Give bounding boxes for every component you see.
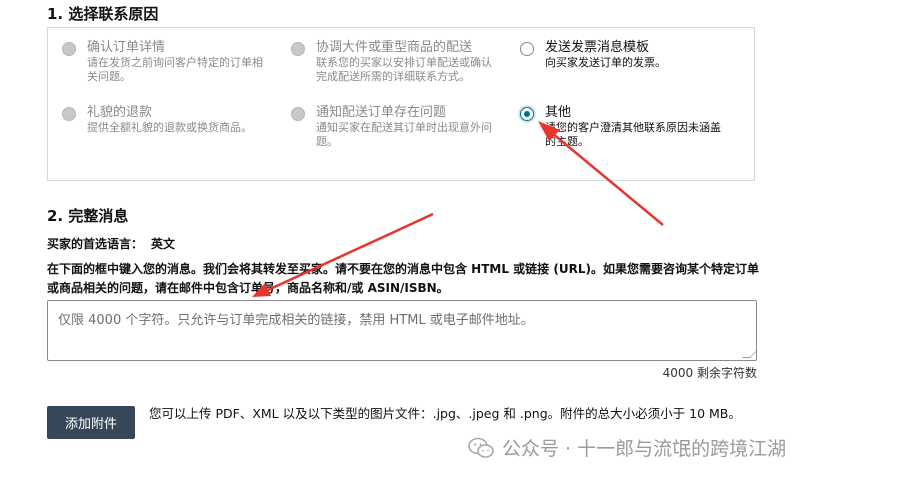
section1-title: 1. 选择联系原因 bbox=[47, 5, 159, 23]
option-desc: 向买家发送订单的发票。 bbox=[545, 56, 666, 69]
contact-reason-group: 确认订单详情 请在发货之前询问客户特定的订单相关问题。 协调大件或重型商品的配送… bbox=[47, 27, 755, 181]
radio-delivery-issue bbox=[291, 107, 305, 121]
radio-send-invoice[interactable] bbox=[520, 42, 534, 56]
option-label: 通知配送订单存在问题 bbox=[316, 105, 447, 120]
option-label: 协调大件或重型商品的配送 bbox=[316, 40, 473, 55]
option-label: 发送发票消息模板 bbox=[545, 40, 650, 55]
radio-coordinate-delivery bbox=[291, 42, 305, 56]
section2-title: 2. 完整消息 bbox=[47, 207, 129, 225]
watermark: 公众号 · 十一郎与流氓的跨境江湖 bbox=[468, 434, 786, 461]
option-desc: 请在发货之前询问客户特定的订单相关问题。 bbox=[87, 56, 263, 83]
language-value: 英文 bbox=[151, 237, 176, 251]
wechat-icon bbox=[468, 437, 494, 458]
language-label: 买家的首选语言： bbox=[47, 237, 144, 251]
watermark-text: 公众号 · 十一郎与流氓的跨境江湖 bbox=[502, 438, 787, 460]
remaining-chars: 4000 剩余字符数 bbox=[662, 366, 757, 380]
option-label: 确认订单详情 bbox=[87, 40, 166, 55]
message-placeholder: 仅限 4000 个字符。只允许与订单完成相关的链接，禁用 HTML 或电子邮件地… bbox=[58, 313, 534, 328]
option-desc: 请您的客户澄清其他联系原因未涵盖的主题。 bbox=[545, 121, 721, 148]
resize-handle-icon[interactable] bbox=[742, 350, 758, 358]
radio-other[interactable] bbox=[520, 107, 534, 121]
radio-courtesy-refund bbox=[62, 107, 76, 121]
option-label: 其他 bbox=[545, 105, 572, 120]
radio-confirm-order bbox=[62, 42, 76, 56]
buyer-language: 买家的首选语言： 英文 bbox=[47, 235, 183, 252]
option-label: 礼貌的退款 bbox=[87, 105, 153, 120]
option-desc: 联系您的买家以安排订单配送或确认完成配送所需的详细联系方式。 bbox=[316, 56, 492, 83]
message-textarea[interactable]: 仅限 4000 个字符。只允许与订单完成相关的链接，禁用 HTML 或电子邮件地… bbox=[47, 300, 758, 361]
option-desc: 提供全额礼貌的退款或换货商品。 bbox=[87, 121, 252, 134]
option-desc: 通知买家在配送其订单时出现意外问题。 bbox=[316, 121, 492, 148]
attachment-note: 您可以上传 PDF、XML 以及以下类型的图片文件：.jpg、.jpeg 和 .… bbox=[149, 406, 741, 421]
message-instructions: 在下面的框中键入您的消息。我们会将其转发至买家。请不要在您的消息中包含 HTML… bbox=[47, 262, 759, 295]
add-attachment-button[interactable]: 添加附件 bbox=[47, 406, 135, 439]
